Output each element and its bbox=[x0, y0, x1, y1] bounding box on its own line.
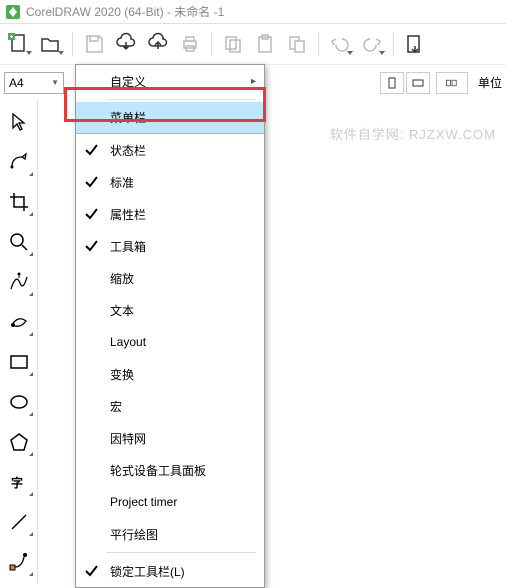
menu-item-lock-toolbar[interactable]: 锁定工具栏(L) bbox=[76, 555, 264, 587]
rectangle-tool[interactable] bbox=[5, 348, 33, 376]
unit-label: 单位 bbox=[478, 74, 502, 91]
landscape-button[interactable] bbox=[406, 72, 430, 94]
menu-separator bbox=[106, 99, 256, 100]
separator bbox=[72, 32, 73, 56]
artistic-media-tool[interactable] bbox=[5, 308, 33, 336]
open-button[interactable] bbox=[36, 29, 66, 59]
text-tool[interactable]: 字 bbox=[5, 468, 33, 496]
menu-item-layout[interactable]: Layout bbox=[76, 326, 264, 358]
menu-item-zoom[interactable]: 缩放 bbox=[76, 262, 264, 294]
orientation-buttons bbox=[380, 72, 430, 94]
svg-text:字: 字 bbox=[11, 475, 23, 490]
save-button[interactable] bbox=[79, 29, 109, 59]
new-document-button[interactable] bbox=[4, 29, 34, 59]
freehand-tool[interactable] bbox=[5, 268, 33, 296]
copy-button[interactable] bbox=[218, 29, 248, 59]
watermark-text: 软件自学网: RJZXW.COM bbox=[330, 124, 496, 143]
menu-item-text[interactable]: 文本 bbox=[76, 294, 264, 326]
clipboard-button[interactable] bbox=[282, 29, 312, 59]
cloud-up-button[interactable] bbox=[143, 29, 173, 59]
pages-button[interactable] bbox=[436, 72, 468, 94]
connector-tool[interactable] bbox=[5, 548, 33, 576]
app-icon bbox=[6, 5, 20, 19]
line-tool[interactable] bbox=[5, 508, 33, 536]
menu-item-toolbox[interactable]: 工具箱 bbox=[76, 230, 264, 262]
page-size-select[interactable]: A4 ▼ bbox=[4, 72, 64, 94]
crop-tool[interactable] bbox=[5, 188, 33, 216]
menu-item-project-timer[interactable]: Project timer bbox=[76, 486, 264, 518]
menu-item-internet[interactable]: 因特网 bbox=[76, 422, 264, 454]
menu-item-propertybar[interactable]: 属性栏 bbox=[76, 198, 264, 230]
toolbox: 字 bbox=[0, 100, 38, 584]
menu-item-statusbar[interactable]: 状态栏 bbox=[76, 134, 264, 166]
cloud-down-button[interactable] bbox=[111, 29, 141, 59]
menu-item-standard[interactable]: 标准 bbox=[76, 166, 264, 198]
pick-tool[interactable] bbox=[5, 108, 33, 136]
check-icon bbox=[84, 143, 98, 157]
separator bbox=[318, 32, 319, 56]
menu-item-macro[interactable]: 宏 bbox=[76, 390, 264, 422]
chevron-down-icon: ▼ bbox=[51, 78, 59, 87]
ellipse-tool[interactable] bbox=[5, 388, 33, 416]
menu-item-transform[interactable]: 变换 bbox=[76, 358, 264, 390]
import-button[interactable] bbox=[400, 29, 430, 59]
page-size-value: A4 bbox=[9, 76, 24, 90]
context-menu: 自定义 菜单栏 状态栏 标准 属性栏 工具箱 缩放 文本 Layout 变换 宏… bbox=[75, 64, 265, 588]
check-icon bbox=[84, 564, 98, 578]
menu-item-menubar[interactable]: 菜单栏 bbox=[76, 102, 264, 134]
redo-button[interactable] bbox=[357, 29, 387, 59]
menu-header-customize[interactable]: 自定义 bbox=[76, 65, 264, 97]
paste-button[interactable] bbox=[250, 29, 280, 59]
menu-separator bbox=[106, 552, 256, 553]
check-icon bbox=[84, 239, 98, 253]
zoom-tool[interactable] bbox=[5, 228, 33, 256]
polygon-tool[interactable] bbox=[5, 428, 33, 456]
check-icon bbox=[84, 175, 98, 189]
portrait-button[interactable] bbox=[380, 72, 404, 94]
separator bbox=[211, 32, 212, 56]
check-icon bbox=[84, 207, 98, 221]
standard-toolbar bbox=[0, 24, 506, 64]
shape-tool[interactable] bbox=[5, 148, 33, 176]
menu-item-parallel-draw[interactable]: 平行绘图 bbox=[76, 518, 264, 550]
print-button[interactable] bbox=[175, 29, 205, 59]
separator bbox=[393, 32, 394, 56]
undo-button[interactable] bbox=[325, 29, 355, 59]
title-bar: CorelDRAW 2020 (64-Bit) - 未命名 -1 bbox=[0, 0, 506, 24]
menu-item-wheel-panel[interactable]: 轮式设备工具面板 bbox=[76, 454, 264, 486]
window-title: CorelDRAW 2020 (64-Bit) - 未命名 -1 bbox=[26, 3, 224, 20]
